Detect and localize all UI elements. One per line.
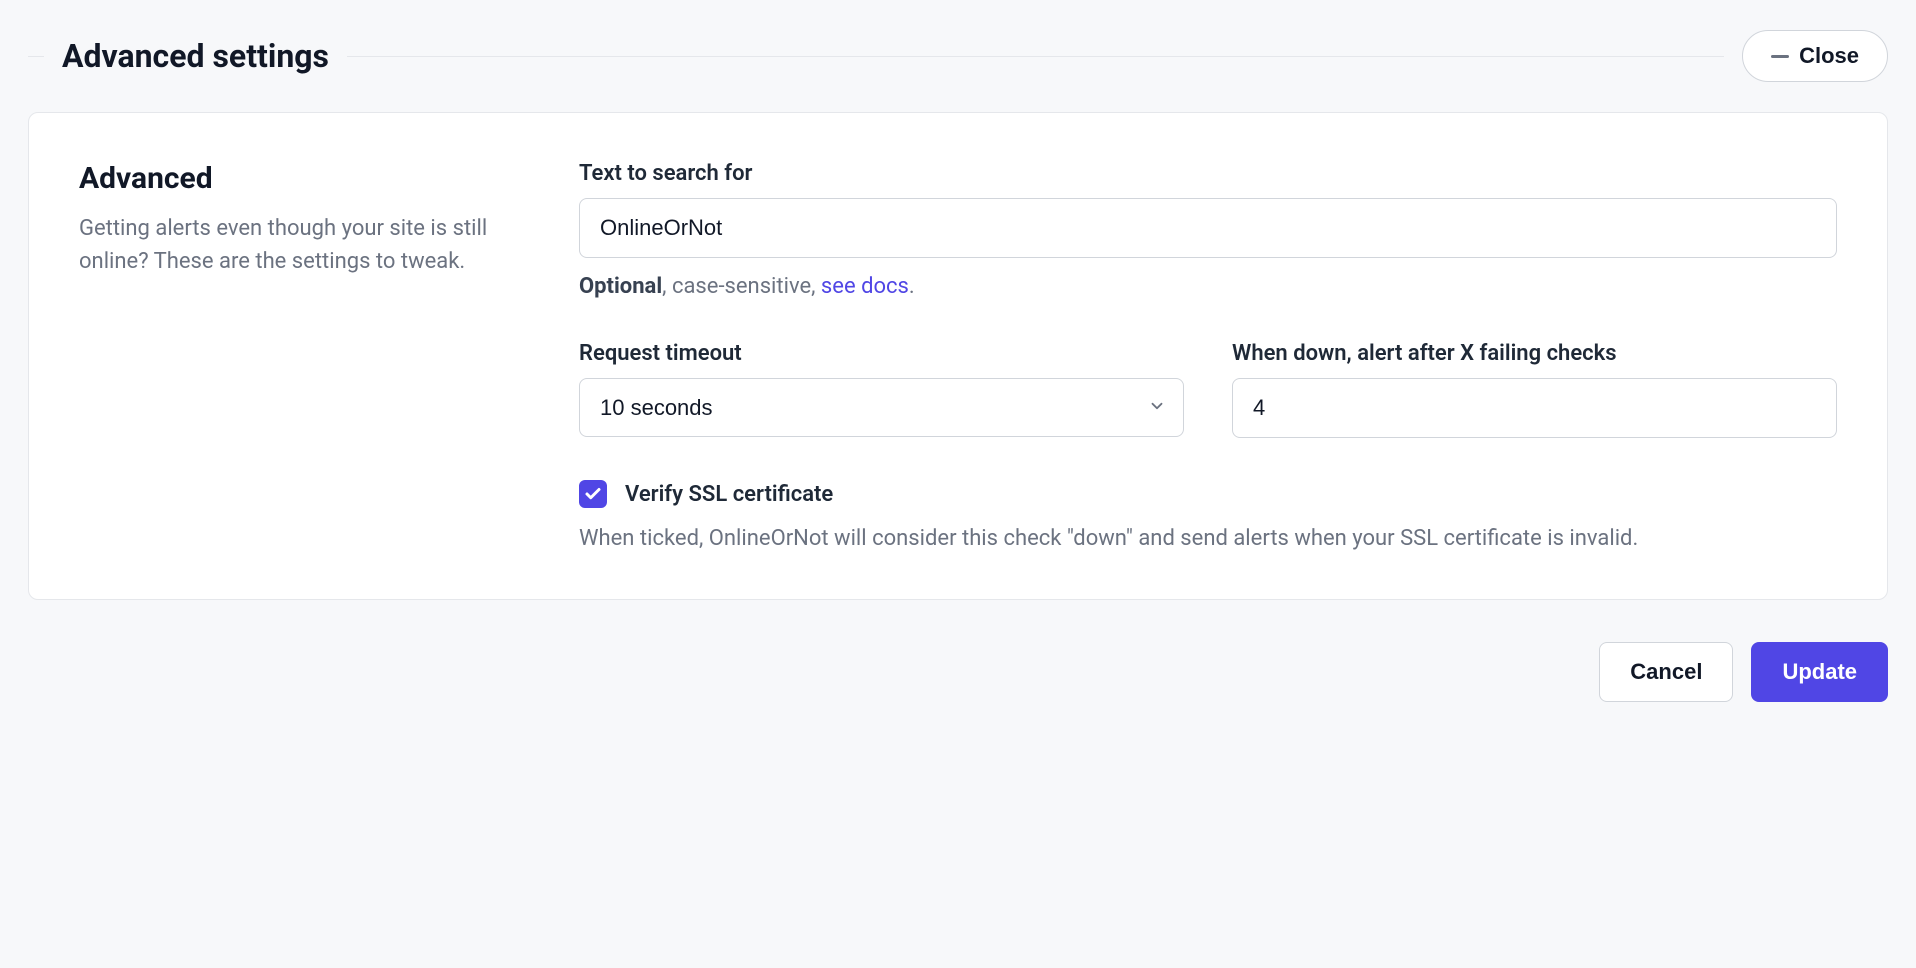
card-description: Getting alerts even though your site is … xyxy=(79,212,519,278)
hint-strong: Optional xyxy=(579,274,662,299)
close-button[interactable]: Close xyxy=(1742,30,1888,82)
text-to-search-hint: Optional, case-sensitive, see docs. xyxy=(579,274,1837,299)
close-button-label: Close xyxy=(1799,43,1859,69)
section-title: Advanced settings xyxy=(62,37,329,75)
advanced-card: Advanced Getting alerts even though your… xyxy=(28,112,1888,600)
verify-ssl-label: Verify SSL certificate xyxy=(625,482,833,507)
update-button[interactable]: Update xyxy=(1751,642,1888,702)
verify-ssl-description: When ticked, OnlineOrNot will consider t… xyxy=(579,522,1837,555)
divider xyxy=(347,56,1724,57)
divider xyxy=(28,56,44,57)
request-timeout-select[interactable]: 10 seconds xyxy=(579,378,1184,437)
alert-after-label: When down, alert after X failing checks xyxy=(1232,341,1837,366)
section-header: Advanced settings Close xyxy=(28,30,1888,82)
cancel-button[interactable]: Cancel xyxy=(1599,642,1733,702)
card-left: Advanced Getting alerts even though your… xyxy=(79,161,519,555)
verify-ssl-checkbox[interactable] xyxy=(579,480,607,508)
alert-after-input[interactable] xyxy=(1232,378,1837,438)
hint-period: . xyxy=(909,274,915,299)
card-right: Text to search for Optional, case-sensit… xyxy=(579,161,1837,555)
text-to-search-label: Text to search for xyxy=(579,161,1837,186)
request-timeout-label: Request timeout xyxy=(579,341,1184,366)
footer-actions: Cancel Update xyxy=(28,642,1888,702)
hint-text: , case-sensitive, xyxy=(662,274,821,299)
minus-icon xyxy=(1771,55,1789,58)
text-to-search-input[interactable] xyxy=(579,198,1837,258)
card-title: Advanced xyxy=(79,161,519,196)
check-icon xyxy=(584,485,602,503)
see-docs-link[interactable]: see docs xyxy=(821,274,909,299)
